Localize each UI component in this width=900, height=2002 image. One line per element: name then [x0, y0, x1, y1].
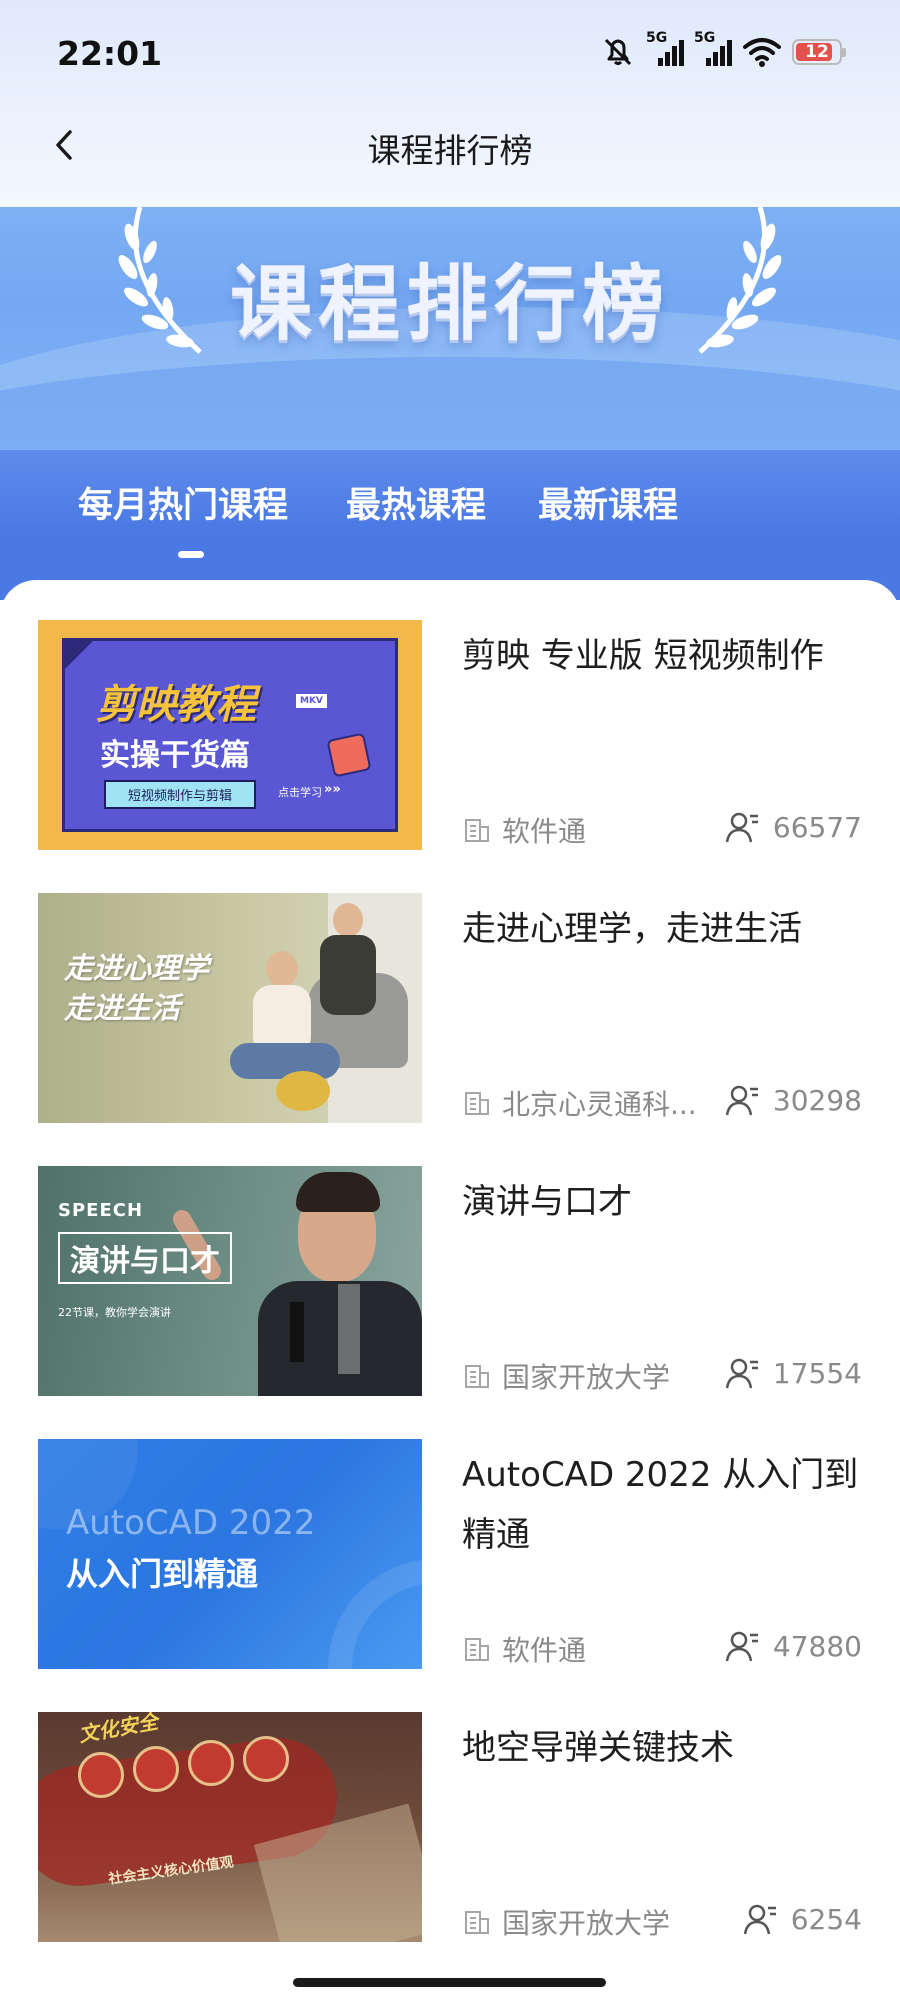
thumbnail-subtext: 22节课，教你学会演讲	[58, 1306, 171, 1319]
course-thumbnail: SPEECH 演讲与口才 22节课，教你学会演讲	[38, 1166, 422, 1396]
thumbnail-cta: 点击学习	[278, 786, 322, 799]
learner-number: 17554	[772, 1356, 862, 1390]
course-org: 国家开放大学	[462, 1902, 670, 1942]
course-org: 软件通	[462, 810, 586, 850]
user-icon	[743, 1904, 776, 1935]
network-type-label: 5G	[646, 30, 668, 46]
course-title: 地空导弹关键技术	[462, 1728, 734, 1768]
org-name: 北京心灵通科...	[502, 1088, 697, 1121]
network-type-label: 5G	[694, 30, 716, 46]
user-icon	[725, 812, 758, 843]
learner-number: 30298	[772, 1083, 862, 1117]
course-item[interactable]: AutoCAD 2022 从入门到精通 AutoCAD 2022 从入门到精通 …	[0, 1439, 900, 1669]
wifi-icon	[743, 38, 781, 67]
clapper-icon	[326, 732, 372, 778]
course-list: 剪映教程 实操干货篇 短视频制作与剪辑 点击学习 »» MKV 剪映 专业版 短…	[0, 580, 900, 2002]
course-title: AutoCAD 2022 从入门到精通	[462, 1455, 859, 1555]
course-thumbnail: AutoCAD 2022 从入门到精通	[38, 1439, 422, 1669]
signal-icon: 5G	[694, 30, 732, 70]
home-indicator[interactable]	[293, 1978, 606, 1987]
nav-bar: 课程排行榜	[0, 100, 900, 195]
course-item[interactable]: 剪映教程 实操干货篇 短视频制作与剪辑 点击学习 »» MKV 剪映 专业版 短…	[0, 620, 900, 850]
org-name: 软件通	[502, 815, 587, 848]
building-icon	[465, 1911, 489, 1934]
course-item[interactable]: 文化安全 社会主义核心价值观 地空导弹关键技术 国家开放大学 6254	[0, 1712, 900, 1942]
course-org: 国家开放大学	[462, 1356, 670, 1396]
tab-bar: 每月热门课程 最热课程 最新课程	[0, 450, 900, 600]
org-name: 国家开放大学	[502, 1361, 671, 1394]
course-thumbnail: 剪映教程 实操干货篇 短视频制作与剪辑 点击学习 »» MKV	[38, 620, 422, 850]
bell-muted-icon	[604, 38, 632, 66]
thumbnail-text: 从入门到精通	[66, 1555, 259, 1593]
learner-count: 30298	[725, 1083, 862, 1117]
battery-icon: 12	[792, 39, 846, 65]
org-name: 国家开放大学	[502, 1907, 671, 1940]
learner-number: 6254	[790, 1902, 862, 1936]
thumbnail-text: AutoCAD 2022	[66, 1503, 316, 1543]
course-org: 北京心灵通科...	[462, 1083, 697, 1123]
learner-count: 17554	[725, 1356, 862, 1390]
building-icon	[465, 1092, 489, 1115]
user-icon	[725, 1631, 758, 1662]
course-title: 演讲与口才	[462, 1182, 632, 1222]
signal-icon: 5G	[646, 30, 684, 70]
tab-monthly-hot[interactable]: 每月热门课程	[78, 477, 288, 528]
status-bar: 22:01 5G 5G 12	[0, 0, 900, 100]
course-thumbnail: 走进心理学 走进生活	[38, 893, 422, 1123]
thumbnail-tag: 短视频制作与剪辑	[104, 780, 257, 809]
learner-number: 47880	[772, 1629, 862, 1663]
tab-newest[interactable]: 最新课程	[538, 477, 678, 528]
user-icon	[725, 1085, 758, 1116]
learner-count: 66577	[725, 810, 862, 844]
active-tab-indicator	[178, 551, 204, 558]
course-item[interactable]: 走进心理学 走进生活 走进心理学，走进生活 北京心灵通科... 30298	[0, 893, 900, 1123]
status-icons: 5G 5G 12	[600, 30, 846, 74]
learner-count: 6254	[743, 1902, 862, 1936]
battery-percent: 12	[805, 42, 829, 62]
thumbnail-text: 剪映教程	[96, 682, 256, 728]
file-icon: MKV	[296, 694, 327, 708]
arrows-icon: »»	[324, 782, 341, 797]
tab-hottest[interactable]: 最热课程	[346, 477, 486, 528]
learner-count: 47880	[725, 1629, 862, 1663]
course-org: 软件通	[462, 1629, 586, 1669]
page-title: 课程排行榜	[367, 131, 533, 170]
course-thumbnail: 文化安全 社会主义核心价值观	[38, 1712, 422, 1942]
course-title: 走进心理学，走进生活	[462, 909, 802, 949]
org-name: 软件通	[502, 1634, 587, 1667]
thumbnail-text: 实操干货篇	[100, 738, 250, 773]
thumbnail-text: 演讲与口才	[58, 1232, 232, 1284]
thumbnail-text: 文化安全	[76, 1712, 160, 1747]
thumbnail-text: 走进心理学	[64, 951, 210, 985]
building-icon	[465, 819, 489, 842]
building-icon	[465, 1365, 489, 1388]
course-item[interactable]: SPEECH 演讲与口才 22节课，教你学会演讲 演讲与口才 国家开放大学 17…	[0, 1166, 900, 1396]
building-icon	[465, 1638, 489, 1661]
thumbnail-text: 走进生活	[64, 991, 181, 1025]
status-time: 22:01	[57, 34, 163, 73]
learner-number: 66577	[772, 810, 862, 844]
user-icon	[725, 1358, 758, 1389]
ranking-banner: 课程排行榜	[0, 207, 900, 450]
thumbnail-kicker: SPEECH	[58, 1200, 144, 1221]
banner-title: 课程排行榜	[229, 257, 670, 352]
course-title: 剪映 专业版 短视频制作	[462, 636, 824, 676]
